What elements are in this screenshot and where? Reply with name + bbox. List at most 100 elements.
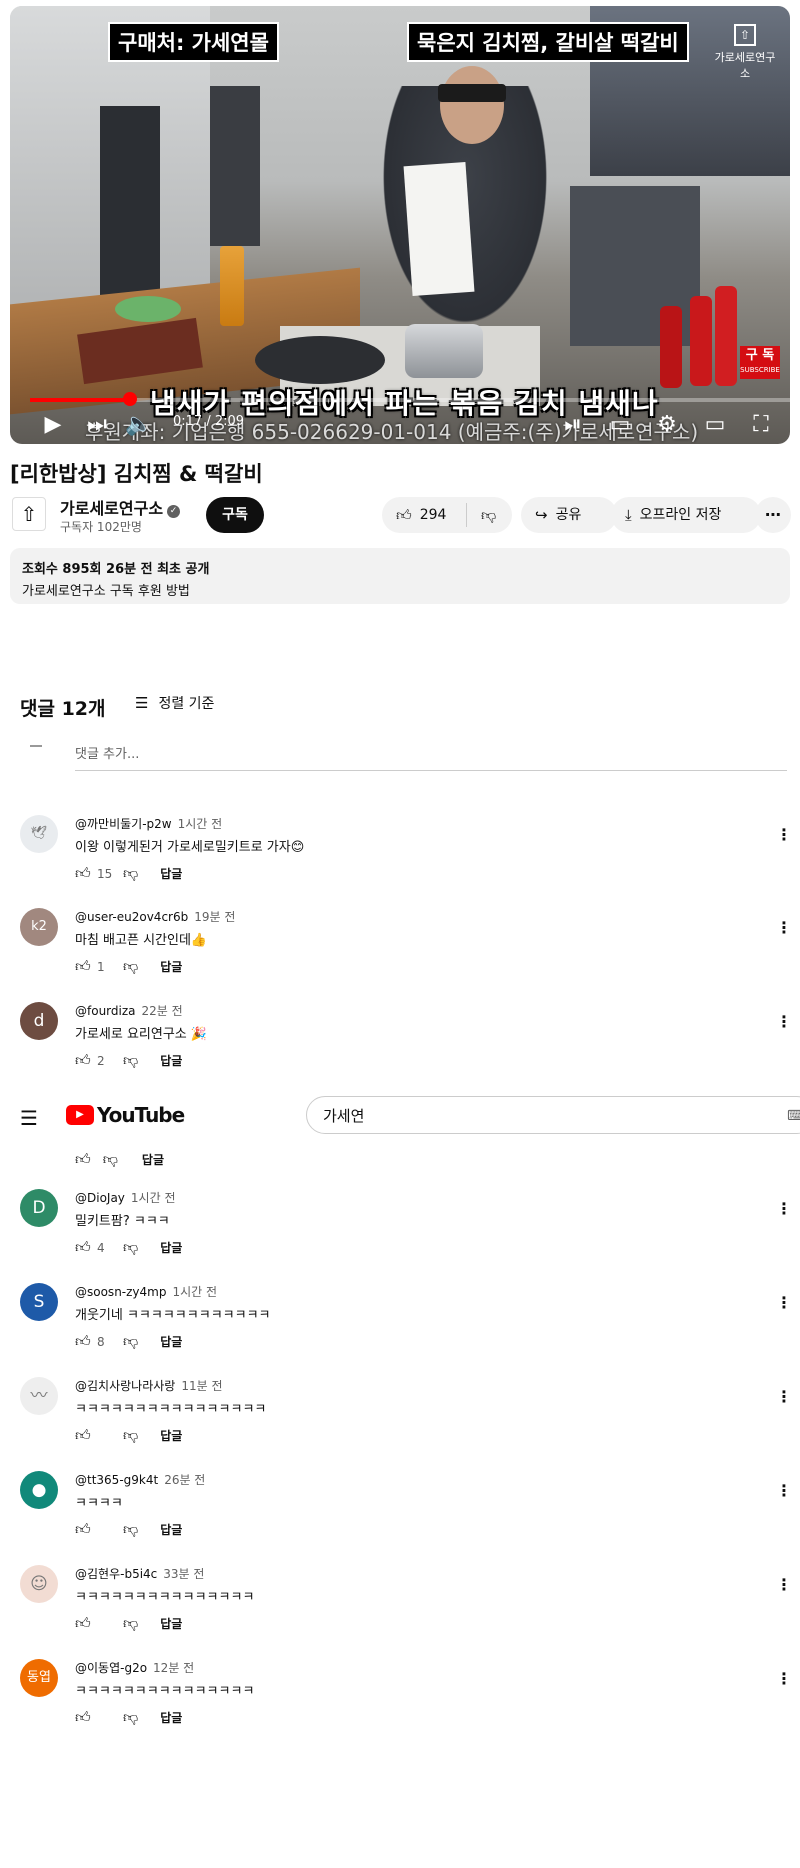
next-icon[interactable]: ⏭ [82, 410, 112, 440]
subscribe-button[interactable]: 구독 [206, 497, 264, 533]
comment-author-name[interactable]: @soosn-zy4mp [75, 1285, 166, 1299]
reply-button[interactable]: 답글 [160, 1521, 182, 1538]
like-button[interactable]: 👍︎ 294 [382, 503, 467, 527]
progress-scrubber[interactable] [123, 392, 137, 406]
comment-author-avatar[interactable]: ☺ [20, 1565, 58, 1603]
comment-author-avatar[interactable]: d [20, 1002, 58, 1040]
thumbs-up-icon[interactable]: 👍︎ [75, 864, 91, 883]
comment-time[interactable]: 11분 전 [181, 1379, 222, 1393]
autoplay-toggle-icon[interactable]: ⏯ [558, 410, 588, 440]
comment-time[interactable]: 12분 전 [153, 1661, 194, 1675]
thumbs-down-icon[interactable]: 👎︎ [123, 957, 138, 976]
comment-author-name[interactable]: @김치사랑나라사랑 [75, 1379, 175, 1393]
channel-name-text[interactable]: 가로세로연구소 [60, 499, 163, 518]
comment-menu-icon[interactable]: ⋮ [776, 918, 792, 937]
thumbs-up-icon[interactable]: 👍︎ [75, 1708, 91, 1727]
comment-menu-icon[interactable]: ⋮ [776, 1387, 792, 1406]
download-button[interactable]: ⤓ 오프라인 저장 [611, 497, 761, 533]
share-button[interactable]: ↪ 공유 [521, 497, 617, 533]
comment-time[interactable]: 33분 전 [163, 1567, 204, 1581]
video-channel-watermark[interactable]: ⇧ 가로세로연구소 [710, 24, 780, 81]
thumbs-up-icon[interactable]: 👍︎ [75, 1426, 91, 1445]
comment-author-avatar[interactable]: 🕊 [20, 815, 58, 853]
search-input[interactable]: 가세연 [306, 1096, 800, 1134]
comment-author[interactable]: @user-eu2ov4cr6b 19분 전 [75, 908, 235, 925]
comment-menu-icon[interactable]: ⋮ [776, 825, 792, 844]
comment-time[interactable]: 1시간 전 [172, 1285, 217, 1299]
reply-button[interactable]: 답글 [160, 1615, 182, 1632]
reply-button[interactable]: 답글 [160, 1427, 182, 1444]
volume-icon[interactable]: 🔈 [124, 410, 154, 440]
thumbs-up-icon[interactable]: 👍︎ [75, 1150, 91, 1169]
comment-author[interactable]: @fourdiza 22분 전 [75, 1002, 183, 1019]
comment-menu-icon[interactable]: ⋮ [776, 1575, 792, 1594]
thumbs-down-icon[interactable]: 👎︎ [123, 1426, 138, 1445]
comment-author-name[interactable]: @fourdiza [75, 1004, 136, 1018]
comment-author-name[interactable]: @user-eu2ov4cr6b [75, 910, 188, 924]
comment-author-avatar[interactable]: 〰 [20, 1377, 58, 1415]
comment-menu-icon[interactable]: ⋮ [776, 1481, 792, 1500]
reply-button[interactable]: 답글 [142, 1151, 164, 1168]
add-comment-input[interactable]: 댓글 추가... [75, 743, 787, 771]
comment-author[interactable]: @김치사랑나라사랑 11분 전 [75, 1377, 223, 1394]
comment-author-name[interactable]: @김현우-b5i4c [75, 1567, 157, 1581]
comment-menu-icon[interactable]: ⋮ [776, 1012, 792, 1031]
channel-avatar[interactable]: ⇧ [12, 497, 46, 531]
channel-name[interactable]: 가로세로연구소 ✓ [60, 495, 181, 519]
reply-button[interactable]: 답글 [160, 1239, 182, 1256]
comment-author[interactable]: @이동엽-g2o 12분 전 [75, 1659, 194, 1676]
comment-time[interactable]: 22분 전 [142, 1004, 183, 1018]
comment-author-name[interactable]: @이동엽-g2o [75, 1661, 147, 1675]
thumbs-down-icon[interactable]: 👎︎ [123, 1614, 138, 1633]
comment-menu-icon[interactable]: ⋮ [776, 1199, 792, 1218]
comment-author[interactable]: @김현우-b5i4c 33분 전 [75, 1565, 204, 1582]
thumbs-down-icon[interactable]: 👎︎ [123, 1332, 138, 1351]
video-player[interactable]: 구매처: 가세연몰 묵은지 김치찜, 갈비살 떡갈비 ⇧ 가로세로연구소 구 독… [10, 6, 790, 444]
comment-menu-icon[interactable]: ⋮ [776, 1669, 792, 1688]
hamburger-menu-icon[interactable]: ☰ [20, 1106, 38, 1130]
comment-time[interactable]: 1시간 전 [178, 817, 223, 831]
thumbs-down-icon[interactable]: 👎︎ [123, 1238, 138, 1257]
thumbs-down-icon[interactable]: 👎︎ [123, 1708, 138, 1727]
comment-menu-icon[interactable]: ⋮ [776, 1293, 792, 1312]
sort-button[interactable]: ☰ 정렬 기준 [135, 693, 214, 713]
comment-author[interactable]: @DioJay 1시간 전 [75, 1189, 176, 1206]
cast-icon[interactable]: ▭ [700, 410, 730, 440]
comment-author-avatar[interactable]: k2 [20, 908, 58, 946]
thumbs-down-icon[interactable]: 👎︎ [103, 1150, 118, 1169]
thumbs-down-icon[interactable]: 👎︎ [123, 864, 138, 883]
comment-author-name[interactable]: @DioJay [75, 1191, 125, 1205]
comment-time[interactable]: 26분 전 [164, 1473, 205, 1487]
comment-author-avatar[interactable]: ● [20, 1471, 58, 1509]
comment-author[interactable]: @tt365-g9k4t 26분 전 [75, 1471, 205, 1488]
comment-author-avatar[interactable]: S [20, 1283, 58, 1321]
thumbs-down-icon[interactable]: 👎︎ [123, 1051, 138, 1070]
youtube-logo[interactable]: ▶ YouTube [66, 1103, 185, 1127]
comment-author-name[interactable]: @tt365-g9k4t [75, 1473, 158, 1487]
reply-button[interactable]: 답글 [160, 958, 182, 975]
play-icon[interactable]: ▶ [38, 410, 68, 440]
comment-time[interactable]: 1시간 전 [131, 1191, 176, 1205]
comment-author-avatar[interactable]: 동엽 [20, 1659, 58, 1697]
thumbs-up-icon[interactable]: 👍︎ [75, 1238, 91, 1257]
fullscreen-icon[interactable]: ⛶ [746, 410, 776, 440]
comment-author-name[interactable]: @까만비둘기-p2w [75, 817, 172, 831]
dislike-button[interactable]: 👎︎ [467, 497, 496, 534]
settings-gear-icon[interactable]: ⚙ [652, 410, 682, 440]
thumbs-up-icon[interactable]: 👍︎ [75, 1332, 91, 1351]
more-actions-button[interactable]: ⋯ [755, 497, 791, 533]
thumbs-up-icon[interactable]: 👍︎ [75, 1051, 91, 1070]
reply-button[interactable]: 답글 [160, 865, 182, 882]
reply-button[interactable]: 답글 [160, 1333, 182, 1350]
reply-button[interactable]: 답글 [160, 1052, 182, 1069]
reply-button[interactable]: 답글 [160, 1709, 182, 1726]
captions-icon[interactable]: ▭ [605, 410, 635, 440]
progress-track[interactable] [30, 398, 790, 402]
comment-author-avatar[interactable]: D [20, 1189, 58, 1227]
comment-time[interactable]: 19분 전 [194, 910, 235, 924]
thumbs-up-icon[interactable]: 👍︎ [75, 957, 91, 976]
thumbs-down-icon[interactable]: 👎︎ [123, 1520, 138, 1539]
thumbs-up-icon[interactable]: 👍︎ [75, 1520, 91, 1539]
keyboard-icon[interactable]: ⌨ [787, 1108, 800, 1124]
comment-author[interactable]: @까만비둘기-p2w 1시간 전 [75, 815, 222, 832]
